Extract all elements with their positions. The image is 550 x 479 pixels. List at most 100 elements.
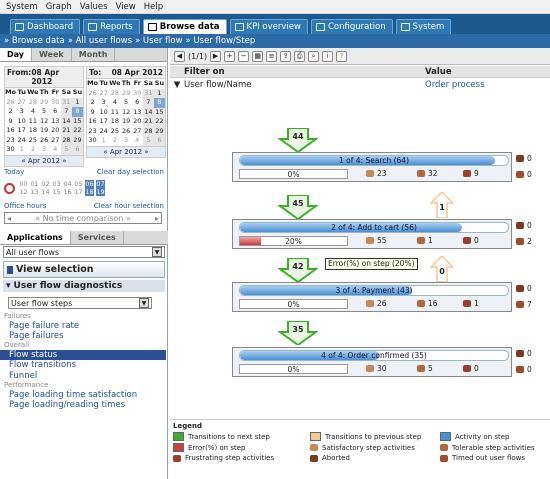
calendar-day[interactable]: 2 xyxy=(87,98,98,108)
user-flows-select[interactable]: All user flows ▼ xyxy=(3,246,165,258)
calendar-day[interactable]: 3 xyxy=(121,136,132,146)
calendar-day[interactable]: 15 xyxy=(153,107,165,117)
print-icon[interactable]: ⎙ xyxy=(294,50,306,62)
calendar-day[interactable]: 10 xyxy=(98,108,109,118)
to-month-nav[interactable]: « Apr 2012 » xyxy=(87,145,165,157)
tab-kpi-overview[interactable]: KPI overview xyxy=(229,19,308,34)
calendar-day[interactable]: 30 xyxy=(5,145,16,155)
steps-select[interactable]: User flow steps ▼ xyxy=(8,297,152,309)
menu-help[interactable]: Help xyxy=(140,2,167,12)
calendar-day[interactable]: 31 xyxy=(142,88,154,98)
calendar-day[interactable]: 16 xyxy=(87,117,98,127)
back-icon[interactable]: ◀ xyxy=(174,50,185,62)
calendar-day[interactable]: 3 xyxy=(98,98,109,108)
hour-cell[interactable]: 03 xyxy=(52,180,61,188)
calendar-day[interactable]: 21 xyxy=(142,117,154,127)
calendar-day[interactable]: 17 xyxy=(98,117,109,127)
table-icon[interactable]: ≡ xyxy=(266,50,278,62)
calendar-day[interactable]: 29 xyxy=(39,98,50,108)
calendar-day[interactable]: 11 xyxy=(27,117,38,127)
calendar-day[interactable]: 28 xyxy=(60,135,72,145)
zoom-in-icon[interactable]: + xyxy=(224,50,236,62)
help-icon[interactable]: ? xyxy=(336,50,348,62)
hour-cell[interactable]: 19 xyxy=(96,188,105,196)
calendar-day[interactable]: 4 xyxy=(27,107,38,117)
from-month-nav[interactable]: « Apr 2012 » xyxy=(5,154,83,166)
calendar-day[interactable]: 31 xyxy=(60,97,72,107)
flow-step[interactable]: 1 of 4: Search (64) 0% 23 32 9 xyxy=(232,152,512,182)
calendar-day[interactable]: 29 xyxy=(121,89,132,99)
zoom-out-icon[interactable]: − xyxy=(238,50,250,62)
hour-cell[interactable]: 13 xyxy=(30,188,39,196)
hour-cell[interactable]: 18 xyxy=(85,188,94,196)
calendar-day[interactable]: 25 xyxy=(109,127,120,137)
calendar-day[interactable]: 29 xyxy=(71,135,83,145)
calendar-day[interactable]: 8 xyxy=(153,98,165,108)
calendar-day[interactable]: 21 xyxy=(60,126,72,136)
calendar-day[interactable]: 16 xyxy=(5,126,16,136)
nav-item[interactable]: Page failures xyxy=(0,331,166,341)
calendar-day[interactable]: 6 xyxy=(71,145,83,155)
hour-cell[interactable]: 15 xyxy=(52,188,61,196)
calendar-day[interactable]: 25 xyxy=(27,136,38,146)
calendar-day[interactable]: 30 xyxy=(87,136,98,146)
calendar-day[interactable]: 27 xyxy=(98,89,109,99)
calendar-day[interactable]: 27 xyxy=(132,127,143,137)
hour-cell[interactable]: 16 xyxy=(63,188,72,196)
calendar-day[interactable]: 9 xyxy=(5,117,16,127)
hour-cell[interactable]: 02 xyxy=(41,180,50,188)
filter-value[interactable]: Order process xyxy=(425,80,485,90)
menu-values[interactable]: Values xyxy=(76,2,112,12)
calendar-day[interactable]: 4 xyxy=(50,145,61,155)
calendar-day[interactable]: 19 xyxy=(39,126,50,136)
calendar-day[interactable]: 19 xyxy=(121,117,132,127)
calendar-day[interactable]: 27 xyxy=(16,98,27,108)
hour-cell[interactable]: 05 xyxy=(74,180,83,188)
calendar-day[interactable]: 11 xyxy=(109,108,120,118)
menu-view[interactable]: View xyxy=(112,2,140,12)
tab-configuration[interactable]: Configuration xyxy=(310,19,393,34)
calendar-day[interactable]: 12 xyxy=(39,117,50,127)
calendar-day[interactable]: 7 xyxy=(60,107,72,117)
calendar-day[interactable]: 23 xyxy=(87,127,98,137)
hour-selector[interactable]: 00 01 02 03 04 05 06 07 12 13 14 15 16 17 18 19 xyxy=(19,180,105,196)
calendar-day[interactable]: 26 xyxy=(5,98,16,108)
calendar-day[interactable]: 26 xyxy=(39,136,50,146)
menu-system[interactable]: System xyxy=(2,2,42,12)
calendar-day[interactable]: 29 xyxy=(153,126,165,136)
search-icon[interactable]: ⌕ xyxy=(308,50,320,62)
tab-dashboard[interactable]: Dashboard xyxy=(10,19,81,34)
hour-cell[interactable]: 12 xyxy=(19,188,28,196)
today-link[interactable]: Today xyxy=(4,168,24,176)
nav-item[interactable]: Funnel xyxy=(0,371,166,381)
crumb-user-flow-step[interactable]: » User flow/Step xyxy=(186,36,256,46)
calendar-day[interactable]: 10 xyxy=(16,117,27,127)
hour-cell[interactable]: 01 xyxy=(30,180,39,188)
calendar-day[interactable]: 1 xyxy=(153,88,165,98)
chart-icon[interactable]: ▦ xyxy=(252,50,264,62)
calendar-day[interactable]: 26 xyxy=(121,127,132,137)
diagnostics-header[interactable]: ▾ User flow diagnostics xyxy=(3,280,165,292)
tab-day[interactable]: Day xyxy=(0,48,33,61)
calendar-day[interactable]: 13 xyxy=(50,117,61,127)
calendar-day[interactable]: 18 xyxy=(109,117,120,127)
calendar-day[interactable]: 4 xyxy=(109,98,120,108)
calendar-day[interactable]: 1 xyxy=(98,136,109,146)
calendar-day[interactable]: 5 xyxy=(60,145,72,155)
calendar-day[interactable]: 18 xyxy=(27,126,38,136)
tab-services[interactable]: Services xyxy=(71,231,124,244)
crumb-all-user-flows[interactable]: » All user flows xyxy=(68,36,132,46)
tab-system[interactable]: System xyxy=(395,19,452,34)
calendar-day[interactable]: 6 xyxy=(153,136,165,146)
tab-month[interactable]: Month xyxy=(72,48,116,61)
flow-step[interactable]: 3 of 4: Payment (43) 0% 26 16 1 xyxy=(232,282,512,312)
calendar-day[interactable]: 9 xyxy=(87,108,98,118)
calendar-day[interactable]: 28 xyxy=(109,89,120,99)
calendar-day[interactable]: 30 xyxy=(132,89,143,99)
crumb-browse-data[interactable]: » Browse data xyxy=(4,36,65,46)
clear-hour-link[interactable]: Clear hour selection xyxy=(94,202,164,210)
calendar-day[interactable]: 2 xyxy=(27,145,38,155)
view-selection-button[interactable]: View selection xyxy=(3,261,165,278)
calendar-day[interactable]: 24 xyxy=(16,136,27,146)
calendar-day[interactable]: 13 xyxy=(132,108,143,118)
